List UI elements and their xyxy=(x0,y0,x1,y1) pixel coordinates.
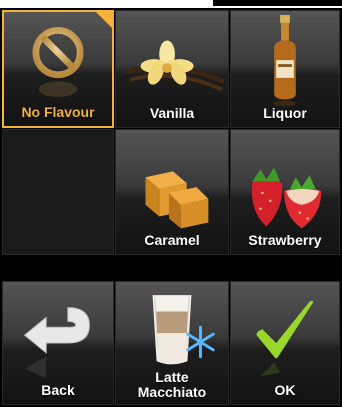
flavour-tile-liquor[interactable]: Liquor xyxy=(230,10,340,128)
flavour-tile-no-flavour[interactable]: No Flavour xyxy=(2,10,114,128)
ice-snowflake-icon xyxy=(186,325,215,359)
drink-name-line1: Latte xyxy=(155,369,189,385)
divider-bar xyxy=(0,256,342,280)
ok-button[interactable]: OK xyxy=(230,281,340,405)
flavour-tile-strawberry[interactable]: Strawberry xyxy=(230,129,340,255)
drink-name-line2: Macchiato xyxy=(137,384,207,400)
empty-slot xyxy=(2,129,114,255)
tile-label-liquor: Liquor xyxy=(263,105,307,121)
top-bar-notch xyxy=(213,0,342,6)
tile-label-vanilla: Vanilla xyxy=(149,105,195,121)
tile-label-caramel: Caramel xyxy=(144,232,200,248)
back-button[interactable]: Back xyxy=(2,281,114,405)
drink-name: Latte Macchiato xyxy=(116,370,228,400)
back-label: Back xyxy=(41,382,75,398)
flavour-tile-vanilla[interactable]: Vanilla xyxy=(115,10,229,128)
top-status-bar xyxy=(0,0,342,8)
flavour-tile-caramel[interactable]: Caramel xyxy=(115,129,229,255)
tile-label-strawberry: Strawberry xyxy=(248,232,322,248)
drink-latte-macchiato: Latte Macchiato xyxy=(115,281,229,405)
ok-label: OK xyxy=(274,382,296,398)
tile-label-no-flavour: No Flavour xyxy=(21,104,95,120)
